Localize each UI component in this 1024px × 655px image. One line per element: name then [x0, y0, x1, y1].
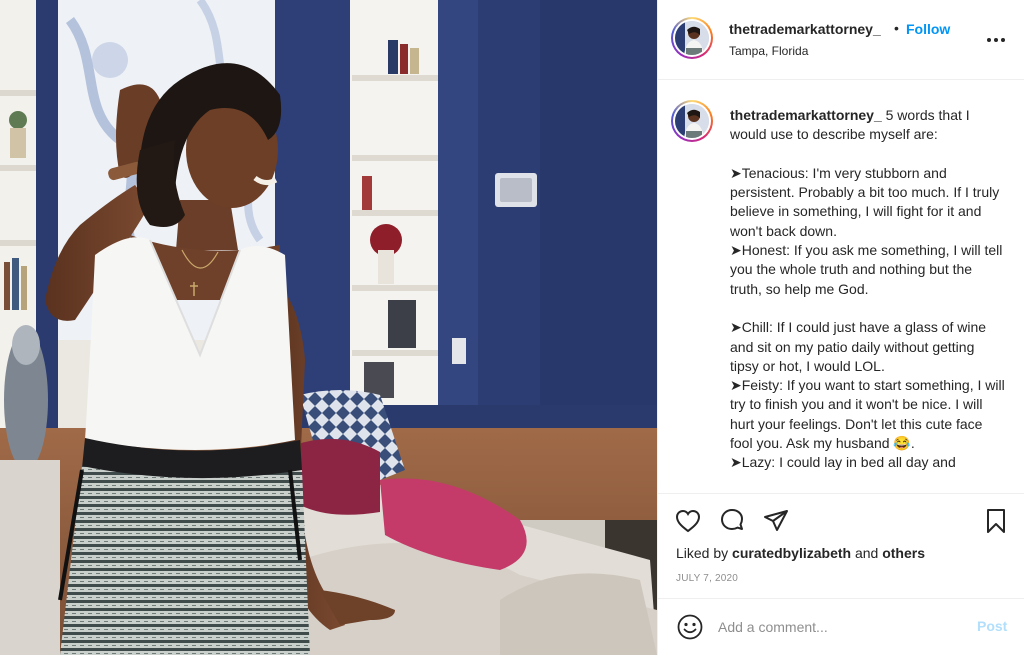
likes-conjunction: and — [851, 545, 883, 561]
emoji-icon[interactable] — [676, 613, 704, 641]
post-image — [0, 0, 657, 655]
likes-summary: Liked by curatedbylizabeth and others — [676, 545, 925, 561]
liked-by-user[interactable]: curatedbylizabeth — [732, 545, 851, 561]
caption-text: thetrademarkattorney_ 5 words that I wou… — [730, 106, 1005, 473]
post-side-panel: thetrademarkattorney_ • Follow Tampa, Fl… — [657, 0, 1024, 655]
follow-button[interactable]: Follow — [906, 21, 950, 37]
post-actions: Liked by curatedbylizabeth and others JU… — [658, 493, 1024, 598]
post-comment-button[interactable]: Post — [977, 618, 1007, 634]
avatar-image — [675, 104, 709, 138]
comment-bar: Post — [658, 598, 1024, 655]
likes-others-link[interactable]: others — [882, 545, 925, 561]
caption-section: thetrademarkattorney_ 5 words that I wou… — [658, 81, 1024, 493]
header-avatar[interactable] — [671, 17, 713, 59]
separator-dot: • — [894, 20, 899, 36]
heart-icon[interactable] — [674, 507, 702, 535]
avatar-image — [675, 21, 709, 55]
post-header: thetrademarkattorney_ • Follow Tampa, Fl… — [658, 0, 1024, 80]
likes-prefix: Liked by — [676, 545, 733, 561]
more-options-icon[interactable] — [984, 30, 1008, 50]
post-date[interactable]: JULY 7, 2020 — [676, 573, 738, 584]
caption-avatar[interactable] — [671, 100, 713, 142]
header-username[interactable]: thetrademarkattorney_ — [729, 21, 881, 37]
share-icon[interactable] — [762, 507, 790, 535]
caption-body: 5 words that I would use to describe mys… — [730, 107, 1005, 471]
header-location[interactable]: Tampa, Florida — [729, 44, 808, 58]
comment-icon[interactable] — [718, 507, 746, 535]
bookmark-icon[interactable] — [982, 507, 1010, 535]
caption-username[interactable]: thetrademarkattorney_ — [730, 107, 882, 123]
comment-input[interactable] — [718, 616, 968, 638]
post-photo[interactable] — [0, 0, 657, 655]
